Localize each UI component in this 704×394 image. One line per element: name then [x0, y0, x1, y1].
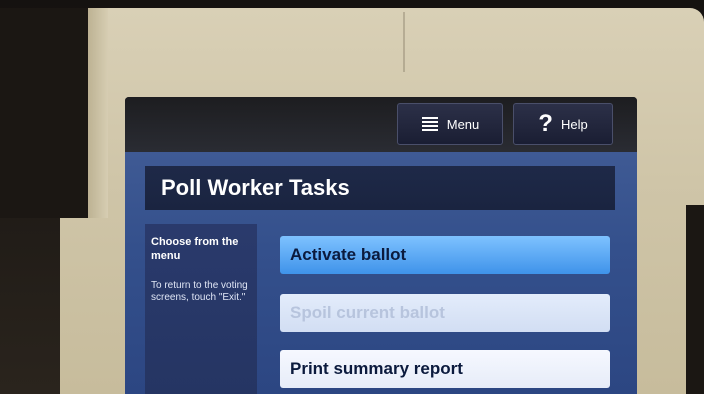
spoil-current-ballot-button[interactable]: Spoil current ballot	[280, 294, 610, 332]
background-left	[0, 8, 95, 218]
bezel-seam	[403, 12, 405, 72]
question-mark-icon: ?	[538, 110, 553, 137]
menu-button[interactable]: Menu	[397, 103, 503, 145]
print-summary-report-button[interactable]: Print summary report	[280, 350, 610, 388]
touch-screen: Menu ? Help Poll Worker Tasks Choose fro…	[125, 97, 637, 394]
main-content: Poll Worker Tasks Choose from the menu T…	[125, 152, 637, 394]
top-bar: Menu ? Help	[125, 97, 637, 152]
activate-ballot-button[interactable]: Activate ballot	[280, 236, 610, 274]
bezel-left-edge	[88, 8, 108, 218]
page-title: Poll Worker Tasks	[145, 166, 615, 210]
hamburger-menu-icon	[421, 116, 439, 132]
instructions-panel: Choose from the menu To return to the vo…	[145, 224, 257, 394]
background-right	[686, 205, 704, 394]
menu-label: Menu	[446, 116, 480, 132]
instructions-text: To return to the voting screens, touch "…	[151, 279, 248, 304]
voting-machine-scene: Menu ? Help Poll Worker Tasks Choose fro…	[0, 0, 704, 394]
instructions-heading: Choose from the menu	[151, 236, 239, 262]
help-label: Help	[560, 116, 588, 132]
help-button[interactable]: ? Help	[513, 103, 613, 145]
